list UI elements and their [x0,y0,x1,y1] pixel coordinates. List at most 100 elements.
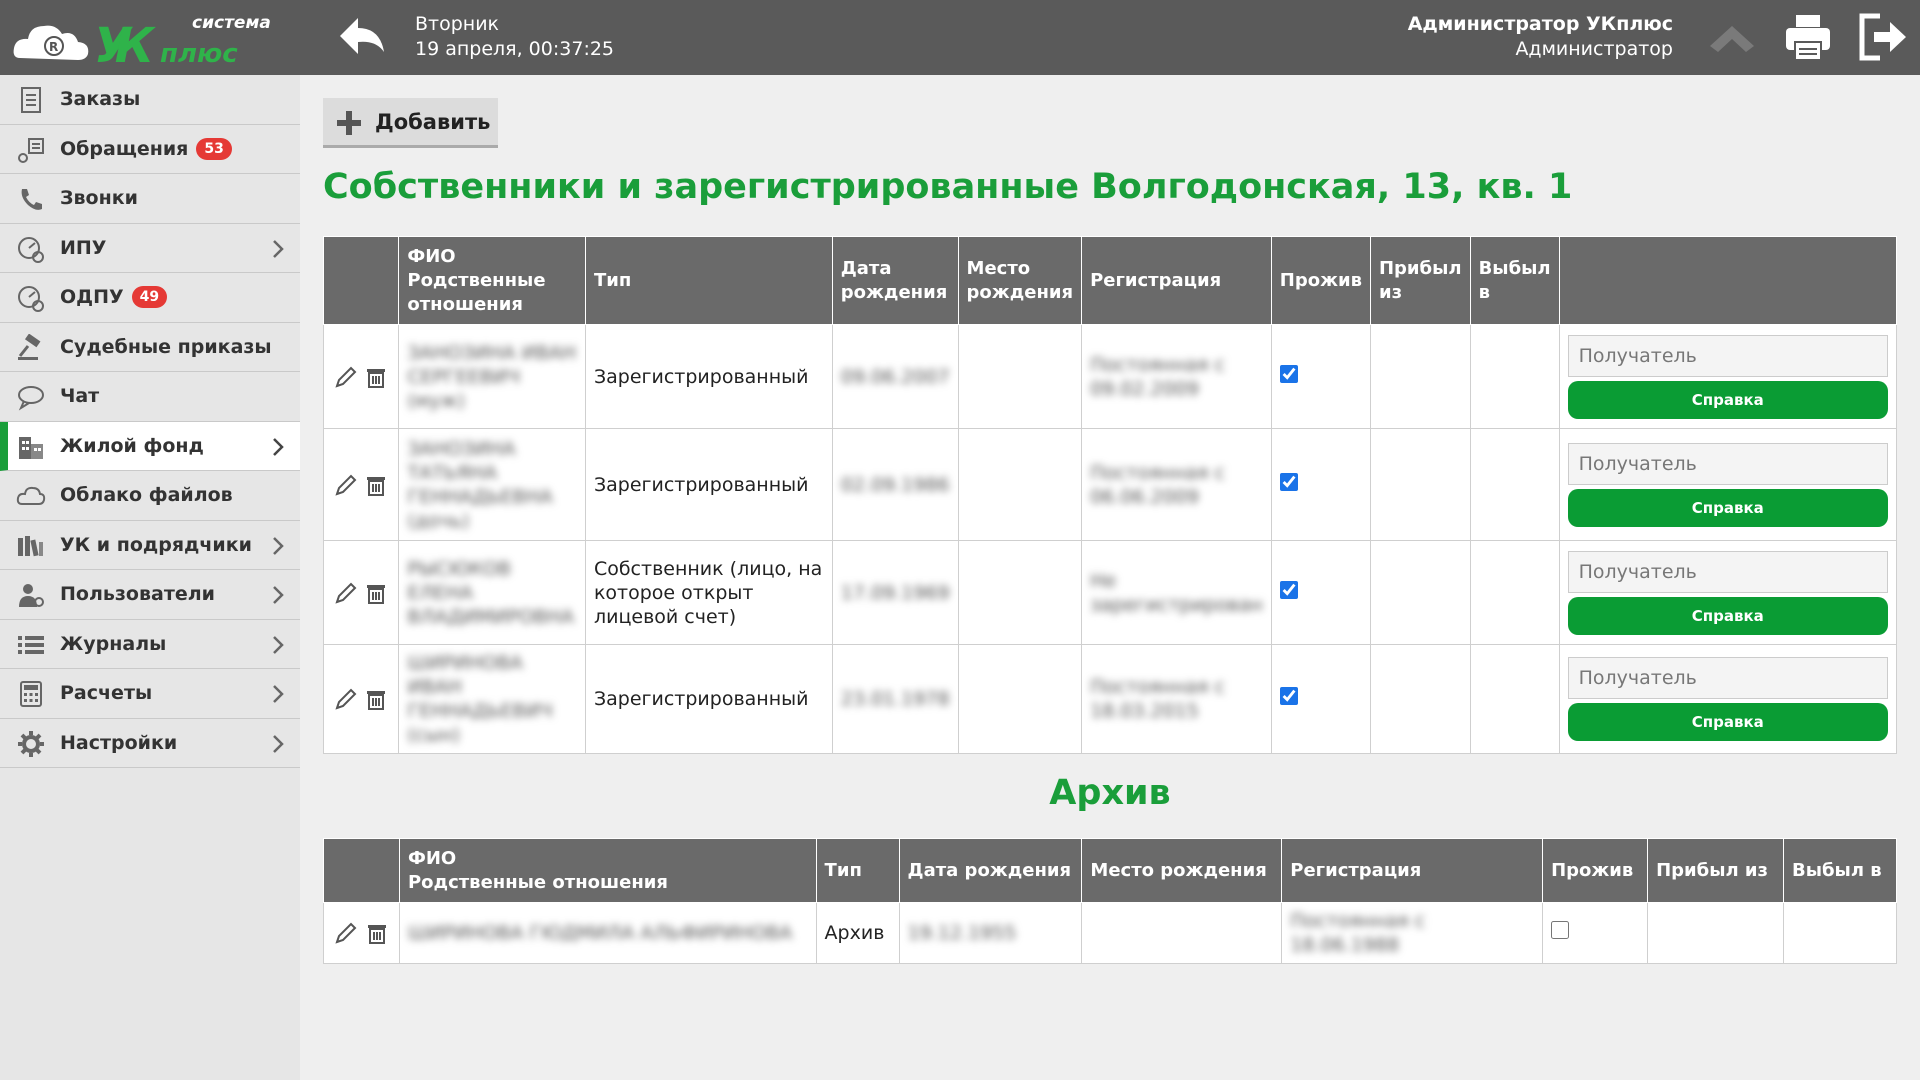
appeals-icon [18,137,44,163]
edit-pencil-icon[interactable] [334,365,358,389]
trash-icon[interactable] [364,687,388,711]
lives-cell [1542,902,1649,964]
sidebar-item-journals[interactable]: Журналы [0,620,300,669]
registration-cell: Постоянная с 18.03.2015 [1081,644,1272,754]
sidebar-item-chat[interactable]: Чат [0,372,300,422]
relation-header-label: Родственные отношения [407,269,546,315]
sidebar-item-orders[interactable]: Заказы [0,75,300,125]
certificate-header [1558,236,1898,325]
left-cell [1469,324,1560,429]
certificate-button[interactable]: Справка [1567,703,1888,741]
trash-icon[interactable] [365,921,389,945]
sidebar-item-housing-stock[interactable]: Жилой фонд [0,421,300,471]
sidebar-item-label: Чат [60,385,100,408]
sidebar-item-label: ИПУ [60,236,107,259]
registration-cell: Постоянная с 09.02.2009 [1081,324,1272,429]
birth-place-cell [1081,902,1283,964]
fio-cell: ШИРИНОВА ИВАН ГЕННАДЬЕВИЧ (сын) [398,644,586,754]
lives-checkbox[interactable] [1551,921,1570,939]
sidebar-item-settings[interactable]: Настройки [0,719,300,768]
sidebar-item-label: Жилой фонд [60,434,204,457]
plus-icon [337,111,361,135]
arrived-cell [1647,902,1784,964]
birth-place-header: Место рождения [1081,838,1283,903]
edit-pencil-icon[interactable] [334,473,358,497]
logout-button[interactable] [1856,12,1908,62]
recipient-input[interactable] [1567,334,1888,377]
lives-checkbox[interactable] [1279,472,1298,491]
sidebar-item-appeals[interactable]: Обращения 53 [0,125,300,174]
certificate-cell: Справка [1558,428,1898,541]
sidebar-item-calculations[interactable]: Расчеты [0,669,300,719]
lives-checkbox[interactable] [1279,687,1298,705]
svg-text:плюс: плюс [160,39,238,68]
recipient-input[interactable] [1567,550,1888,593]
edit-pencil-icon[interactable] [334,581,358,605]
back-arrow-icon [340,18,384,54]
row-actions [322,644,400,754]
type-header: Тип [584,236,833,325]
registration-header: Регистрация [1081,236,1272,325]
trash-icon[interactable] [364,473,388,497]
row-actions [322,324,400,429]
actions-header [323,838,400,903]
edit-pencil-icon[interactable] [334,687,358,711]
phone-icon [21,189,42,210]
recipient-input[interactable] [1567,657,1888,699]
birth-date-cell: 02.09.1986 [831,428,959,541]
lives-cell [1270,324,1371,429]
list-icon [18,635,44,654]
fio-cell: ШИРИНОВА ГЮДМИЛА АЛЬФИРИНОВА [398,902,817,964]
relation-header-label: Родственные отношения [407,871,668,893]
edit-pencil-icon[interactable] [334,921,358,945]
top-header: R УК система плюс Вторник 19 апреля, 00:… [0,0,1920,75]
sidebar-item-calls[interactable]: Звонки [0,174,300,224]
table-row: ШИРИНОВА ИВАН ГЕННАДЬЕВИЧ (сын) Зарегист… [322,644,1898,754]
certificate-button[interactable]: Справка [1567,380,1888,419]
sidebar-item-label: Заказы [60,88,141,111]
birth-place-cell [957,428,1083,541]
books-icon [18,535,43,556]
sidebar-item-label: Настройки [60,731,178,754]
print-button[interactable] [1782,12,1834,62]
sidebar: Заказы Обращения 53 Звонки ИПУ ОДПУ 49 С… [0,75,300,1080]
lives-checkbox[interactable] [1279,580,1298,599]
sidebar-item-uk-contractors[interactable]: УК и подрядчики [0,521,300,570]
row-actions [323,902,400,964]
back-button[interactable] [336,12,388,62]
trash-icon[interactable] [364,581,388,605]
birth-date-header: Дата рождения [831,236,959,325]
add-button[interactable]: Добавить [323,98,498,148]
sidebar-item-court-orders[interactable]: Судебные приказы [0,323,300,372]
certificate-button[interactable]: Справка [1567,488,1888,527]
birth-place-cell [957,540,1083,645]
registration-cell: Не зарегистрирован [1081,540,1272,645]
sidebar-item-label: УК и подрядчики [60,533,252,556]
user-info[interactable]: Администратор УКплюс Администратор [1408,12,1673,62]
sidebar-item-odpu[interactable]: ОДПУ 49 [0,273,300,323]
sidebar-item-ipu[interactable]: ИПУ [0,224,300,273]
type-cell: Зарегистрированный [584,324,833,429]
sidebar-item-users[interactable]: Пользователи [0,570,300,620]
fio-header-label: ФИО [407,847,457,869]
trash-icon[interactable] [364,365,388,389]
fio-cell: РЫСЮКОВ ЕЛЕНА ВЛАДИМИРОВНА [398,540,586,645]
sidebar-item-file-cloud[interactable]: Облако файлов [0,471,300,521]
certificate-cell: Справка [1558,644,1898,754]
archive-title: Архив [1049,773,1171,813]
logo[interactable]: R УК система плюс [12,8,287,74]
left-cell [1782,902,1898,964]
registration-cell: Постоянная с 18.06.1988 [1281,902,1544,964]
birth-place-cell [957,644,1083,754]
weekday: Вторник [415,13,500,35]
chevron-right-icon [273,635,284,654]
row-actions [322,428,400,541]
orders-icon [21,87,41,113]
scroll-up-button[interactable] [1706,12,1758,62]
recipient-input[interactable] [1567,442,1888,485]
chevron-right-icon [273,437,284,456]
certificate-button[interactable]: Справка [1567,596,1888,635]
lives-checkbox[interactable] [1279,364,1298,383]
cloud-icon [16,486,46,505]
building-icon [19,436,43,459]
